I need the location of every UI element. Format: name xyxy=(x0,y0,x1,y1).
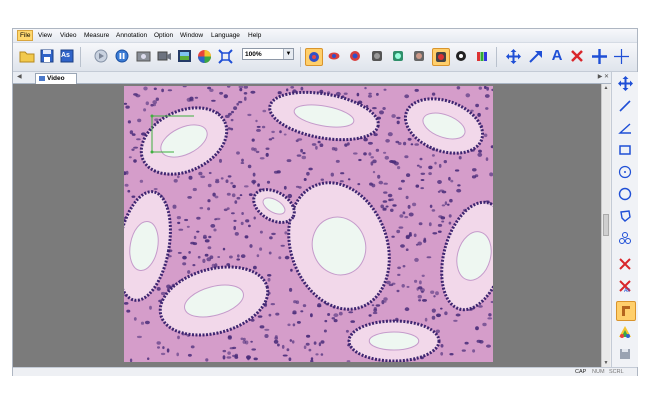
delete-icon[interactable] xyxy=(569,48,585,64)
chevron-right-icon[interactable]: ▶ ✕ xyxy=(598,73,609,80)
menu-window[interactable]: Window xyxy=(178,31,205,40)
status-bar: CAP NUM SCRL xyxy=(13,367,637,376)
circle-icon[interactable] xyxy=(616,185,634,203)
film-icon[interactable] xyxy=(176,48,192,64)
toolbar: As 100% ▼ A xyxy=(13,43,637,72)
pause-icon[interactable] xyxy=(114,48,130,64)
mode-icon-2[interactable] xyxy=(326,48,342,64)
save-icon[interactable] xyxy=(39,48,55,64)
fit-screen-icon[interactable] xyxy=(217,48,233,64)
scrollbar-thumb[interactable] xyxy=(603,214,609,236)
arrow-icon[interactable] xyxy=(527,48,543,64)
menu-language[interactable]: Language xyxy=(209,31,242,40)
zoom-select[interactable]: 100% ▼ xyxy=(242,48,294,60)
rectangle-icon[interactable] xyxy=(616,141,634,159)
scroll-down-icon[interactable]: ▼ xyxy=(602,359,610,367)
num-lock-indicator: NUM xyxy=(592,369,605,375)
capture-icon[interactable] xyxy=(135,48,151,64)
vertical-scrollbar[interactable]: ▲ ▼ xyxy=(601,84,610,367)
document-tab-strip: ◀ Video ▶ ✕ xyxy=(13,72,613,84)
text-icon[interactable]: A xyxy=(549,48,565,64)
mode-icon-7[interactable] xyxy=(432,48,450,66)
thin-crosshair-icon[interactable] xyxy=(613,48,629,64)
layer-icon[interactable] xyxy=(616,301,636,321)
mode-icon-3[interactable] xyxy=(347,48,363,64)
menu-measure[interactable]: Measure xyxy=(82,31,111,40)
mode-icon-1[interactable] xyxy=(305,48,323,66)
angle-icon[interactable] xyxy=(616,119,634,137)
caps-lock-indicator: CAP xyxy=(575,369,587,375)
play-icon[interactable] xyxy=(93,48,109,64)
menu-bar: File View Video Measure Annotation Optio… xyxy=(13,29,637,43)
svg-text:All: All xyxy=(624,288,630,293)
delete-all-icon[interactable]: All xyxy=(616,277,634,295)
record-icon[interactable] xyxy=(156,48,172,64)
move-icon[interactable] xyxy=(505,48,521,64)
scroll-up-icon[interactable]: ▲ xyxy=(602,84,610,92)
delete-icon[interactable] xyxy=(616,255,634,273)
mode-icon-5[interactable] xyxy=(390,48,406,64)
chevron-left-icon[interactable]: ◀ xyxy=(17,73,22,80)
mode-icon-9[interactable] xyxy=(474,48,490,64)
app-window: File View Video Measure Annotation Optio… xyxy=(12,28,638,376)
image-viewport[interactable] xyxy=(13,84,601,367)
histology-tissue xyxy=(124,86,493,362)
mode-icon-4[interactable] xyxy=(369,48,385,64)
color-icon[interactable] xyxy=(616,323,634,341)
crosshair-icon[interactable] xyxy=(591,48,607,64)
microscope-image[interactable] xyxy=(124,86,493,362)
line-icon[interactable] xyxy=(616,97,634,115)
menu-option[interactable]: Option xyxy=(152,31,175,40)
menu-file[interactable]: File xyxy=(17,30,34,41)
save-icon[interactable] xyxy=(616,345,634,363)
multi-circle-icon[interactable] xyxy=(616,229,634,247)
save-as-icon[interactable]: As xyxy=(59,48,75,64)
tab-video[interactable]: Video xyxy=(35,73,77,84)
video-tab-icon xyxy=(39,75,45,81)
open-folder-icon[interactable] xyxy=(19,48,35,64)
zoom-value: 100% xyxy=(245,51,262,58)
menu-annotation[interactable]: Annotation xyxy=(114,31,149,40)
circle-center-icon[interactable] xyxy=(616,163,634,181)
annotation-toolbar: All xyxy=(611,72,638,367)
chevron-down-icon[interactable]: ▼ xyxy=(283,49,293,59)
toolbar-separator xyxy=(300,47,301,67)
polygon-icon[interactable] xyxy=(616,207,634,225)
scroll-lock-indicator: SCRL xyxy=(609,369,624,375)
toolbar-separator xyxy=(80,47,81,67)
save-as-label: As xyxy=(61,52,70,59)
menu-view[interactable]: View xyxy=(36,31,54,40)
tab-label: Video xyxy=(47,75,65,82)
toolbar-separator xyxy=(496,47,497,67)
move-icon[interactable] xyxy=(616,74,634,92)
mode-icon-6[interactable] xyxy=(411,48,427,64)
color-wheel-icon[interactable] xyxy=(196,48,212,64)
menu-help[interactable]: Help xyxy=(246,31,263,40)
mode-icon-8[interactable] xyxy=(453,48,469,64)
menu-video[interactable]: Video xyxy=(58,31,79,40)
